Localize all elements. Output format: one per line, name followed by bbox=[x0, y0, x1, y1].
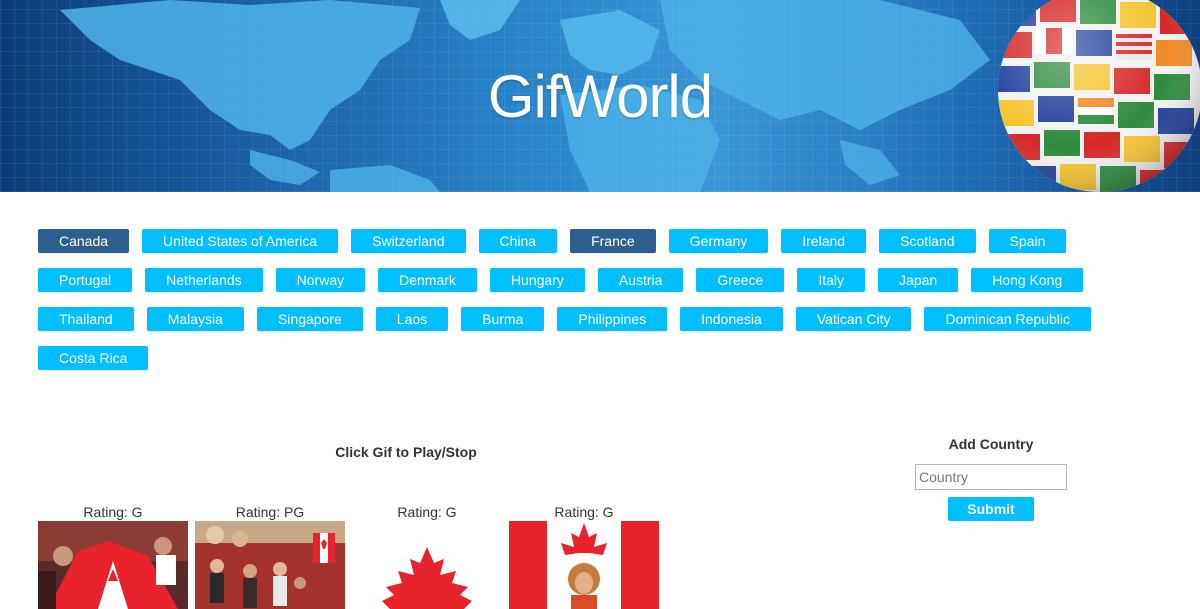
country-button-portugal[interactable]: Portugal bbox=[38, 268, 133, 292]
submit-button[interactable]: Submit bbox=[948, 497, 1034, 521]
country-button-greece[interactable]: Greece bbox=[696, 268, 785, 292]
add-country-form: Add Country Submit bbox=[900, 436, 1082, 521]
country-button-united-states-of-america[interactable]: United States of America bbox=[142, 229, 339, 253]
flag-globe-graphic bbox=[998, 0, 1200, 192]
gif-image-hockey-fans[interactable] bbox=[38, 521, 188, 609]
country-button-ireland[interactable]: Ireland bbox=[781, 229, 867, 253]
country-button-costa-rica[interactable]: Costa Rica bbox=[38, 346, 149, 370]
header-banner: GifWorld bbox=[0, 0, 1200, 192]
gif-card[interactable]: Rating: G bbox=[509, 503, 659, 609]
country-input[interactable] bbox=[915, 464, 1067, 490]
country-button-malaysia[interactable]: Malaysia bbox=[146, 307, 244, 331]
country-button-spain[interactable]: Spain bbox=[988, 229, 1067, 253]
add-country-title: Add Country bbox=[948, 436, 1034, 452]
country-button-japan[interactable]: Japan bbox=[878, 268, 959, 292]
gif-instruction: Click Gif to Play/Stop bbox=[335, 444, 477, 460]
country-button-burma[interactable]: Burma bbox=[461, 307, 545, 331]
country-button-canada[interactable]: Canada bbox=[38, 229, 130, 253]
country-button-china[interactable]: China bbox=[478, 229, 558, 253]
country-button-laos[interactable]: Laos bbox=[375, 307, 449, 331]
country-button-hong-kong[interactable]: Hong Kong bbox=[971, 268, 1084, 292]
country-button-hungary[interactable]: Hungary bbox=[489, 268, 585, 292]
gif-rating: Rating: PG bbox=[235, 504, 305, 520]
gif-card[interactable]: Rating: PG bbox=[195, 503, 345, 609]
gif-image-party-crowd[interactable] bbox=[195, 521, 345, 609]
country-button-list: Canada United States of America Switzerlan… bbox=[38, 229, 1168, 370]
gif-image-canada-flag-singer[interactable] bbox=[509, 521, 659, 609]
country-button-singapore[interactable]: Singapore bbox=[256, 307, 363, 331]
country-button-germany[interactable]: Germany bbox=[668, 229, 769, 253]
country-button-denmark[interactable]: Denmark bbox=[378, 268, 477, 292]
gif-image-maple-leaf[interactable] bbox=[352, 521, 502, 609]
gif-rating: Rating: G bbox=[397, 504, 457, 520]
country-button-italy[interactable]: Italy bbox=[797, 268, 866, 292]
country-button-switzerland[interactable]: Switzerland bbox=[351, 229, 466, 253]
gif-card[interactable]: Rating: G bbox=[38, 503, 188, 609]
country-button-thailand[interactable]: Thailand bbox=[38, 307, 134, 331]
country-button-row: Canada United States of America Switzerlan… bbox=[38, 229, 1168, 370]
country-button-austria[interactable]: Austria bbox=[597, 268, 684, 292]
country-button-norway[interactable]: Norway bbox=[275, 268, 366, 292]
gif-card[interactable]: Rating: G bbox=[352, 503, 502, 609]
country-button-philippines[interactable]: Philippines bbox=[557, 307, 668, 331]
country-button-dominican-republic[interactable]: Dominican Republic bbox=[924, 307, 1091, 331]
country-button-france[interactable]: France bbox=[570, 229, 656, 253]
country-button-vatican-city[interactable]: Vatican City bbox=[795, 307, 912, 331]
gif-rating: Rating: G bbox=[554, 504, 614, 520]
country-button-indonesia[interactable]: Indonesia bbox=[680, 307, 783, 331]
country-button-scotland[interactable]: Scotland bbox=[879, 229, 976, 253]
country-button-netherlands[interactable]: Netherlands bbox=[145, 268, 263, 292]
gif-rating: Rating: G bbox=[83, 504, 143, 520]
